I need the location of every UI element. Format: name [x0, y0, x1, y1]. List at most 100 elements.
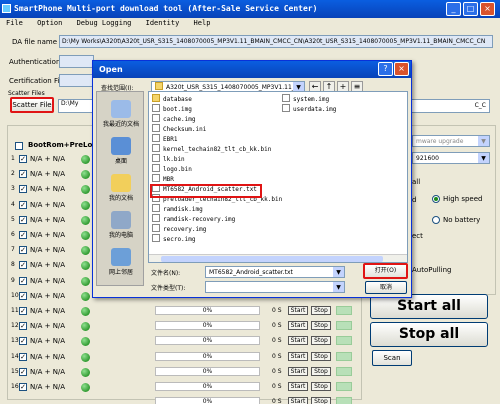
file-item[interactable]: cache.img — [152, 114, 282, 124]
file-item[interactable]: boot.img — [152, 104, 282, 114]
port-checkbox[interactable]: ✓ — [19, 185, 27, 194]
port-stop-button[interactable]: Stop — [311, 306, 331, 315]
no-battery-radio[interactable] — [432, 216, 440, 224]
open-button[interactable]: 打开(O) — [363, 263, 408, 279]
high-speed-radio[interactable] — [432, 195, 440, 203]
port-checkbox[interactable]: ✓ — [19, 322, 27, 331]
port-start-button[interactable]: Start — [288, 306, 308, 315]
port-checkbox[interactable]: ✓ — [19, 246, 27, 255]
port-checkbox[interactable]: ✓ — [19, 307, 27, 315]
dialog-title: Open — [99, 65, 123, 74]
port-checkbox[interactable]: ✓ — [19, 170, 27, 179]
scatter-file-field[interactable]: D:\My — [58, 99, 94, 113]
port-start-button[interactable]: Start — [288, 397, 308, 404]
dialog-title-bar: Open — [93, 61, 411, 78]
file-icon — [152, 154, 160, 162]
port-label: N/A + N/A — [30, 246, 66, 255]
port-stop-button[interactable]: Stop — [311, 321, 331, 331]
dialog-help-button[interactable]: ? — [378, 62, 393, 76]
folder-item[interactable]: database — [152, 94, 282, 104]
menu-debug-logging[interactable]: Debug Logging — [77, 19, 132, 27]
file-item[interactable]: EBR1 — [152, 134, 282, 144]
place-network[interactable]: 网上邻居 — [97, 248, 145, 276]
file-item[interactable]: recovery.img — [152, 224, 282, 234]
port-checkbox[interactable]: ✓ — [19, 231, 27, 239]
progress-row: 0% 0 S Start Stop — [155, 321, 355, 332]
port-stop-button[interactable]: Stop — [311, 351, 331, 361]
file-item[interactable]: lk.bin — [152, 154, 282, 164]
filetype-select[interactable]: ▼ — [205, 281, 345, 293]
file-item[interactable]: kernel_techain82_tlt_cb_kk.bin — [152, 144, 282, 154]
da-file-field[interactable]: D:\My Works\A320t\A320t_USR_S315_1408070… — [59, 35, 493, 48]
close-button[interactable]: × — [480, 2, 495, 16]
minimize-button[interactable]: _ — [446, 2, 461, 16]
place-mycomputer-label: 我的电脑 — [108, 232, 133, 239]
file-item[interactable]: ramdisk-recovery.img — [152, 214, 282, 224]
port-start-button[interactable]: Start — [288, 321, 308, 331]
menu-file[interactable]: File — [6, 19, 23, 27]
cancel-button[interactable]: 取消 — [365, 281, 407, 294]
port-start-button[interactable]: Start — [288, 351, 308, 361]
scrollbar-thumb[interactable] — [161, 256, 383, 262]
menu-identity[interactable]: Identity — [146, 19, 180, 27]
dialog-close-button[interactable]: × — [394, 62, 409, 76]
header-checkbox[interactable] — [15, 142, 23, 150]
port-label: N/A + N/A — [30, 276, 66, 285]
status-led-icon — [81, 367, 90, 377]
place-desktop[interactable]: 桌面 — [97, 137, 145, 165]
lookin-value: A320t_USR_S315_1408070005_MP3V1.11_B — [166, 84, 299, 91]
port-status-box — [336, 382, 352, 391]
port-checkbox[interactable]: ✓ — [19, 155, 27, 163]
port-checkbox[interactable]: ✓ — [19, 291, 27, 300]
file-icon — [152, 114, 160, 122]
menu-option[interactable]: Option — [37, 19, 62, 27]
baud-select[interactable]: 921600 ▼ — [412, 152, 490, 164]
scatter-file-button[interactable]: Scatter File — [10, 97, 54, 113]
file-item[interactable]: logo.bin — [152, 164, 282, 174]
file-icon — [152, 234, 160, 242]
port-row: 6 ✓ N/A + N/A — [11, 230, 91, 241]
port-checkbox[interactable]: ✓ — [19, 352, 27, 361]
progress-bar: 0% — [155, 382, 260, 391]
place-mydocs[interactable]: 我的文档 — [97, 174, 145, 202]
port-start-button[interactable]: Start — [288, 382, 308, 391]
port-checkbox[interactable]: ✓ — [19, 337, 27, 346]
port-checkbox[interactable]: ✓ — [19, 200, 27, 209]
port-row: 16 ✓ N/A + N/A — [11, 382, 91, 393]
port-stop-button[interactable]: Stop — [311, 382, 331, 391]
chevron-down-icon: ▼ — [478, 136, 489, 146]
stop-all-button[interactable]: Stop all — [370, 322, 488, 347]
port-stop-button[interactable]: Stop — [311, 397, 331, 404]
file-item[interactable]: secro.img — [152, 234, 282, 244]
radio-dot — [434, 197, 438, 201]
port-number: 5 — [11, 215, 15, 223]
port-stop-button[interactable]: Stop — [311, 336, 331, 346]
port-checkbox[interactable]: ✓ — [19, 383, 27, 391]
port-number: 2 — [11, 170, 15, 178]
place-recent[interactable]: 我最近的文档 — [97, 100, 145, 128]
port-label: N/A + N/A — [30, 352, 66, 361]
port-start-button[interactable]: Start — [288, 366, 308, 376]
elapsed-time: 0 S — [272, 383, 282, 390]
menu-help[interactable]: Help — [194, 19, 211, 27]
port-checkbox[interactable]: ✓ — [19, 215, 27, 224]
auth-file-field[interactable] — [59, 55, 94, 68]
file-item[interactable]: ramdisk.img — [152, 204, 282, 214]
filename-input[interactable]: MT6582_Android_scatter.txt ▼ — [205, 266, 345, 278]
scan-button[interactable]: Scan — [372, 350, 412, 366]
file-item[interactable]: MBR — [152, 174, 282, 184]
port-checkbox[interactable]: ✓ — [19, 276, 27, 285]
file-item[interactable]: Checksum.ini — [152, 124, 282, 134]
cert-file-field[interactable] — [59, 74, 94, 87]
file-item[interactable]: userdata.img — [282, 104, 336, 114]
file-item[interactable]: system.img — [282, 94, 336, 104]
port-checkbox[interactable]: ✓ — [19, 261, 27, 270]
high-speed-label: High speed — [443, 195, 483, 203]
port-checkbox[interactable]: ✓ — [19, 367, 27, 376]
horizontal-scrollbar[interactable] — [149, 254, 407, 262]
maximize-button[interactable]: □ — [463, 2, 478, 16]
port-start-button[interactable]: Start — [288, 336, 308, 346]
place-mycomputer[interactable]: 我的电脑 — [97, 211, 145, 239]
port-stop-button[interactable]: Stop — [311, 366, 331, 376]
mode-select[interactable]: mware upgrade ▼ — [412, 135, 490, 147]
